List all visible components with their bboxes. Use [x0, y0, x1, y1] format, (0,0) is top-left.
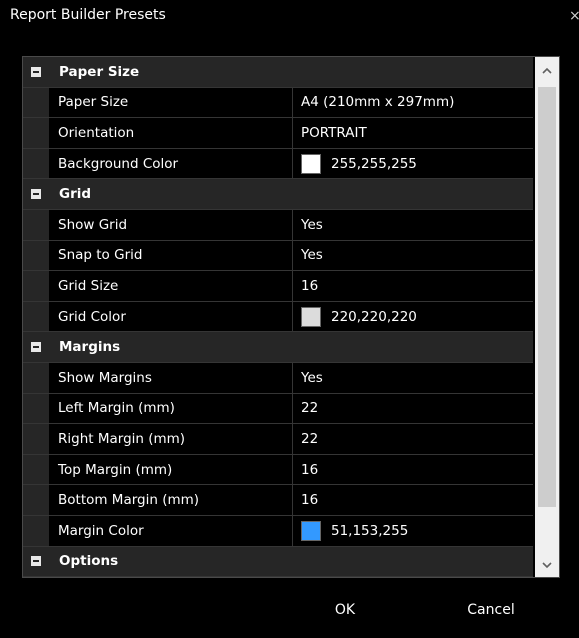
property-value[interactable]: Yes: [293, 363, 323, 393]
report-builder-presets-dialog: Report Builder Presets × Paper Size Paper…: [0, 0, 579, 638]
property-name: Left Margin (mm): [49, 393, 293, 424]
property-row[interactable]: Right Margin (mm) 22: [23, 424, 533, 455]
color-swatch[interactable]: [301, 153, 321, 174]
property-row[interactable]: Grid Size 16: [23, 271, 533, 302]
category-label: Paper Size: [59, 63, 140, 80]
property-value-text: 220,220,220: [331, 308, 417, 325]
property-name: Margin Color: [49, 515, 293, 546]
window-title: Report Builder Presets: [10, 7, 166, 23]
row-gutter: [23, 485, 49, 515]
row-gutter: [23, 271, 49, 301]
property-row[interactable]: Show Margins Yes: [23, 362, 533, 394]
property-row[interactable]: Margin Color 51,153,255: [23, 515, 533, 547]
property-value[interactable]: 16: [293, 455, 318, 485]
property-value-text: 16: [301, 492, 319, 509]
color-swatch[interactable]: [301, 520, 321, 541]
category-label: Options: [59, 553, 119, 570]
property-name: Show Margins: [49, 362, 293, 393]
property-value[interactable]: 255,255,255: [293, 149, 417, 179]
property-row[interactable]: Paper Size A4 (210mm x 297mm): [23, 87, 533, 119]
property-row[interactable]: Left Margin (mm) 22: [23, 393, 533, 425]
property-name: Grid Color: [49, 301, 293, 332]
property-row[interactable]: Show Grid Yes: [23, 209, 533, 241]
category-label: Grid: [59, 186, 92, 203]
property-row[interactable]: Orientation PORTRAIT: [23, 118, 533, 149]
property-value[interactable]: 16: [293, 485, 318, 515]
property-row[interactable]: Background Color 255,255,255: [23, 148, 533, 180]
property-value-text: 255,255,255: [331, 155, 417, 172]
chevron-up-icon[interactable]: [535, 62, 559, 80]
property-row[interactable]: Bottom Margin (mm) 16: [23, 485, 533, 516]
color-swatch[interactable]: [301, 306, 321, 327]
property-value-text: 22: [301, 430, 319, 447]
property-value-text: Yes: [301, 369, 323, 386]
property-value[interactable]: 16: [293, 271, 318, 301]
property-value-text: PORTRAIT: [301, 124, 367, 141]
property-value[interactable]: A4 (210mm x 297mm): [293, 88, 454, 118]
category-row[interactable]: Margins: [23, 332, 533, 363]
property-value-text: A4 (210mm x 297mm): [301, 94, 455, 111]
property-name: Grid Size: [49, 271, 293, 301]
collapse-icon[interactable]: [31, 342, 41, 353]
scrollbar-thumb[interactable]: [538, 87, 556, 507]
property-value-text: 16: [301, 461, 319, 478]
property-value[interactable]: 220,220,220: [293, 302, 417, 332]
property-row[interactable]: Top Margin (mm) 16: [23, 454, 533, 486]
ok-button[interactable]: OK: [322, 598, 368, 622]
property-name: Background Color: [49, 148, 293, 179]
property-value[interactable]: PORTRAIT: [293, 118, 367, 148]
property-name: Snap to Grid: [49, 240, 293, 271]
category-row[interactable]: Grid: [23, 179, 533, 210]
property-value-text: 16: [301, 277, 319, 294]
property-value[interactable]: 22: [293, 424, 318, 454]
category-row[interactable]: Paper Size: [23, 57, 533, 88]
row-gutter: [23, 515, 49, 546]
property-row[interactable]: Snap to Grid Yes: [23, 240, 533, 272]
vertical-scrollbar[interactable]: [535, 57, 559, 577]
property-name: Bottom Margin (mm): [49, 485, 293, 515]
row-gutter: [23, 148, 49, 179]
property-value-text: 51,153,255: [331, 522, 409, 539]
property-name: Right Margin (mm): [49, 424, 293, 454]
collapse-icon[interactable]: [31, 189, 41, 200]
collapse-icon[interactable]: [31, 556, 41, 567]
property-name: Paper Size: [49, 87, 293, 118]
property-value[interactable]: 51,153,255: [293, 516, 408, 546]
row-gutter: [23, 209, 49, 240]
category-label: Margins: [59, 339, 121, 356]
row-gutter: [23, 454, 49, 485]
property-grid: Paper Size Paper Size A4 (210mm x 297mm) Or…: [22, 56, 560, 578]
property-name: Show Grid: [49, 209, 293, 240]
row-gutter: [23, 87, 49, 118]
property-value-text: Yes: [301, 247, 323, 264]
chevron-down-icon[interactable]: [535, 557, 559, 575]
property-grid-rows: Paper Size Paper Size A4 (210mm x 297mm) Or…: [23, 57, 533, 577]
row-gutter: [23, 301, 49, 332]
property-name: Top Margin (mm): [49, 454, 293, 485]
row-gutter: [23, 118, 49, 148]
cancel-button[interactable]: Cancel: [456, 598, 526, 622]
property-name: Orientation: [49, 118, 293, 148]
row-gutter: [23, 240, 49, 271]
property-value-text: 22: [301, 400, 319, 417]
collapse-icon[interactable]: [31, 66, 41, 77]
property-value[interactable]: 22: [293, 394, 318, 424]
close-icon[interactable]: ×: [569, 9, 579, 23]
property-value-text: Yes: [301, 216, 323, 233]
row-gutter: [23, 424, 49, 454]
property-value[interactable]: Yes: [293, 241, 323, 271]
property-row[interactable]: Grid Color 220,220,220: [23, 301, 533, 333]
property-value[interactable]: Yes: [293, 210, 323, 240]
row-gutter: [23, 393, 49, 424]
category-row[interactable]: Options: [23, 546, 533, 577]
row-gutter: [23, 362, 49, 393]
